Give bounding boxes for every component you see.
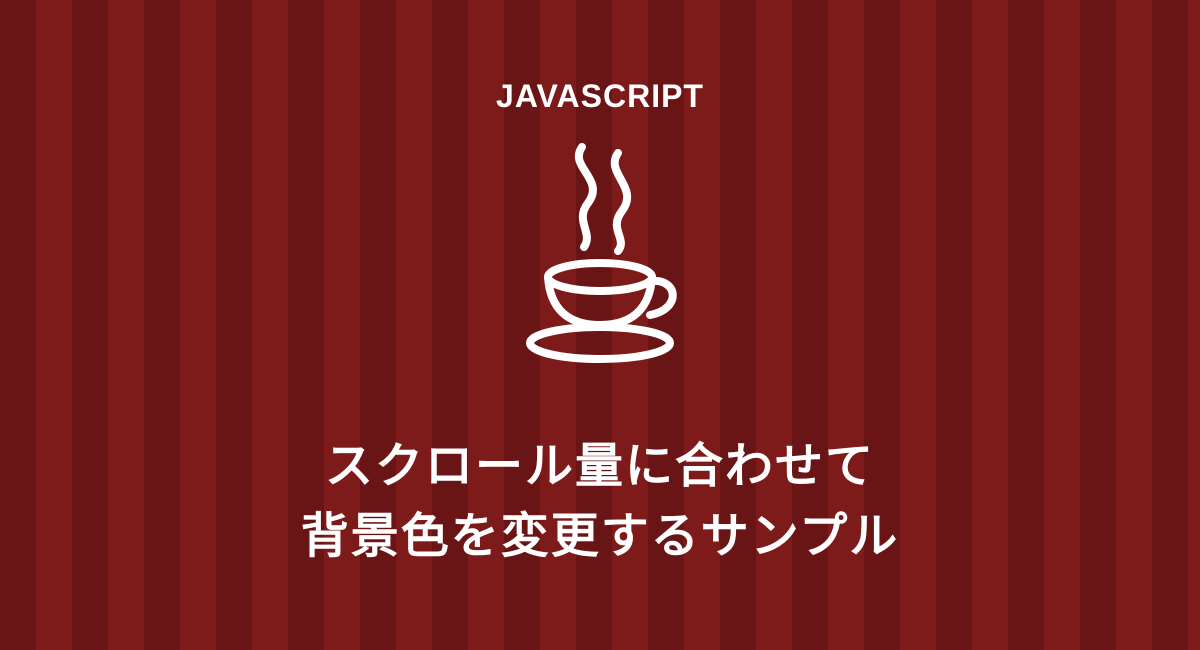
- hero-title: スクロール量に合わせて 背景色を変更するサンプル: [301, 432, 900, 571]
- hero-content: JAVASCRIPT スクロール量に合わせて 背景色を変更するサンプル: [301, 78, 900, 571]
- title-line-1: スクロール量に合わせて: [325, 440, 875, 493]
- java-coffee-icon: [510, 139, 690, 374]
- category-label: JAVASCRIPT: [496, 78, 704, 115]
- title-line-2: 背景色を変更するサンプル: [301, 510, 900, 563]
